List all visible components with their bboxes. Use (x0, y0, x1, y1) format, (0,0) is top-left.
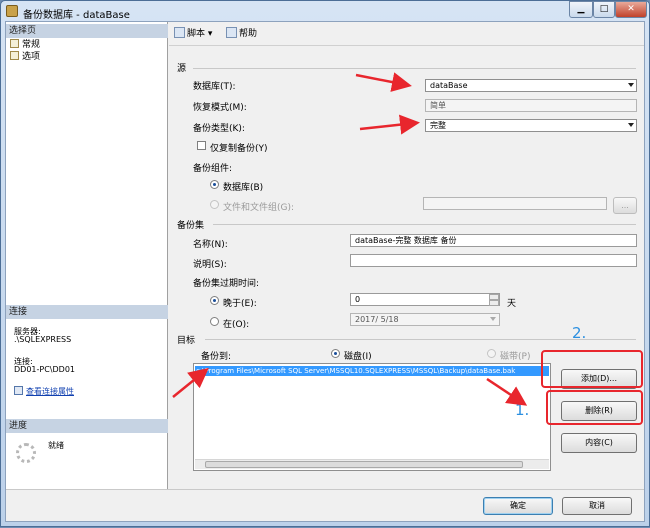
arrow-to-remove (486, 377, 528, 406)
backup-database-window: 备份数据库 - dataBase ▁ □ ✕ 选择页 常规 选项 连接 服务器:… (0, 0, 650, 527)
arrow-to-database (355, 72, 412, 92)
annotation-arrows (172, 72, 528, 406)
arrow-to-path (172, 367, 209, 398)
arrow-to-backup-type (359, 114, 420, 135)
